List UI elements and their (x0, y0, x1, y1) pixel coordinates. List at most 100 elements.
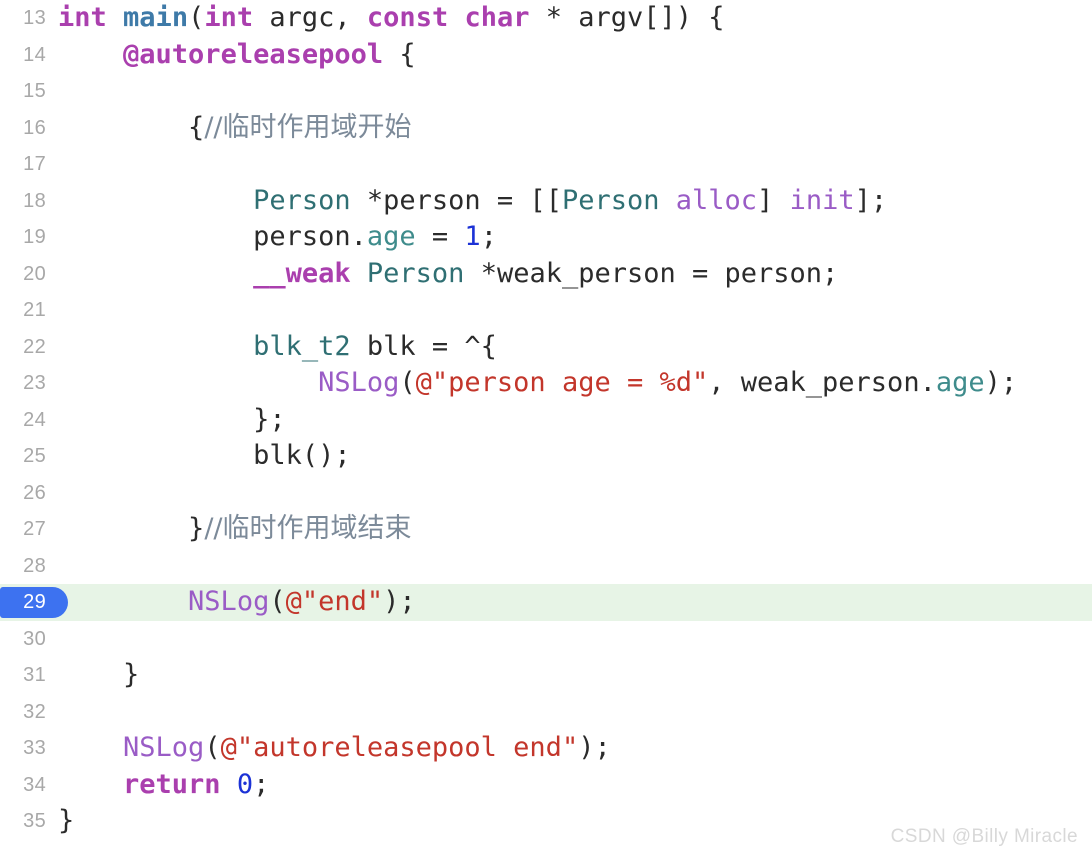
line-number[interactable]: 21 (0, 292, 46, 329)
code-line[interactable]: 28 (0, 548, 1092, 585)
code-line[interactable]: 18 Person *person = [[Person alloc] init… (0, 183, 1092, 220)
line-number[interactable]: 33 (0, 730, 46, 767)
code-token-plain: person. (58, 221, 367, 252)
code-line[interactable]: 26 (0, 475, 1092, 512)
line-number[interactable]: 13 (0, 0, 46, 37)
code-line[interactable]: 17 (0, 146, 1092, 183)
code-token-plain: } (58, 805, 75, 836)
code-token-plain: ( (269, 586, 286, 617)
code-token-num: 0 (236, 768, 254, 800)
code-token-str: @"person age = %d" (415, 367, 709, 398)
code-token-kw: int (204, 2, 254, 33)
line-number[interactable]: 18 (0, 183, 46, 220)
code-token-type: Person (366, 257, 465, 289)
code-line-text[interactable]: person.age = 1; (58, 219, 497, 256)
code-line-text[interactable]: __weak Person *weak_person = person; (58, 256, 838, 293)
line-number[interactable]: 28 (0, 548, 46, 585)
code-line-text[interactable]: } (58, 803, 74, 840)
line-number[interactable]: 15 (0, 73, 46, 110)
line-number[interactable]: 35 (0, 803, 46, 840)
code-token-plain: ); (383, 586, 416, 617)
line-number[interactable]: 24 (0, 402, 46, 439)
code-token-plain: blk(); (58, 440, 351, 471)
code-token-plain: * argv[]) { (529, 2, 725, 33)
code-token-plain: ( (399, 367, 416, 398)
code-token-plain: } (188, 513, 205, 544)
code-token-msg: NSLog (188, 586, 270, 617)
code-line-text[interactable]: }//临时作用域结束 (58, 511, 411, 548)
line-number[interactable]: 20 (0, 256, 46, 293)
code-line[interactable]: 22 blk_t2 blk = ^{ (0, 329, 1092, 366)
code-token-plain: ; (480, 221, 497, 252)
code-line[interactable]: 33 NSLog(@"autoreleasepool end"); (0, 730, 1092, 767)
line-number[interactable]: 22 (0, 329, 46, 366)
line-number[interactable]: 27 (0, 511, 46, 548)
line-number[interactable]: 16 (0, 110, 46, 147)
code-line-text[interactable]: Person *person = [[Person alloc] init]; (58, 183, 887, 220)
line-number[interactable]: 23 (0, 365, 46, 402)
code-token-plain: ( (188, 2, 205, 33)
code-line[interactable]: 34 return 0; (0, 767, 1092, 804)
code-token-prop: age (366, 221, 416, 252)
line-number[interactable]: 34 (0, 767, 46, 804)
code-line[interactable]: 25 blk(); (0, 438, 1092, 475)
code-editor[interactable]: 13 int main(int argc, const char * argv[]… (0, 0, 1092, 856)
code-token-plain: ); (984, 367, 1018, 398)
code-line[interactable]: 27 }//临时作用域结束 (0, 511, 1092, 548)
line-number[interactable]: 31 (0, 657, 46, 694)
line-number[interactable]: 19 (0, 219, 46, 256)
code-token-prop: age (935, 367, 985, 398)
code-token-plain: ; (253, 768, 270, 800)
code-line[interactable]: 20 __weak Person *weak_person = person; (0, 256, 1092, 293)
code-line[interactable]: 16 {//临时作用域开始 (0, 110, 1092, 147)
code-token-kw: char (464, 2, 530, 33)
code-token-kw: int (58, 2, 107, 33)
code-token-str: @"end" (285, 586, 384, 617)
code-line-text[interactable]: @autoreleasepool { (58, 37, 416, 74)
code-line-text[interactable]: } (58, 657, 139, 694)
code-line-text[interactable]: blk_t2 blk = ^{ (58, 329, 497, 366)
line-number[interactable]: 25 (0, 438, 46, 475)
code-token-msg: NSLog (318, 367, 400, 398)
code-line[interactable]: 14 @autoreleasepool { (0, 37, 1092, 74)
code-line[interactable]: 19 person.age = 1; (0, 219, 1092, 256)
code-line-text[interactable]: blk(); (58, 438, 351, 475)
code-line[interactable]: 29 NSLog(@"end"); (0, 584, 1092, 621)
code-line[interactable]: 24 }; (0, 402, 1092, 439)
code-line-text[interactable]: NSLog(@"autoreleasepool end"); (58, 730, 611, 767)
code-line-text[interactable]: return 0; (58, 767, 269, 804)
code-line[interactable]: 23 NSLog(@"person age = %d", weak_person… (0, 365, 1092, 402)
code-token-plain: { (383, 38, 416, 70)
code-line[interactable]: 30 (0, 621, 1092, 658)
line-number[interactable]: 17 (0, 146, 46, 183)
line-number[interactable]: 29 (0, 584, 46, 621)
code-line[interactable]: 21 (0, 292, 1092, 329)
code-token-plain: ( (204, 732, 221, 763)
code-line-text[interactable]: }; (58, 402, 286, 439)
code-token-type: Person (253, 184, 351, 216)
code-token-plain: ); (578, 732, 611, 763)
code-line-text[interactable]: int main(int argc, const char * argv[]) … (58, 0, 725, 37)
code-line-text[interactable]: NSLog(@"end"); (58, 584, 416, 621)
code-line[interactable]: 32 (0, 694, 1092, 731)
line-number[interactable]: 26 (0, 475, 46, 512)
code-token-plain: , weak_person. (708, 367, 936, 398)
line-number[interactable]: 14 (0, 37, 46, 74)
code-line[interactable]: 15 (0, 73, 1092, 110)
code-line-text[interactable]: {//临时作用域开始 (58, 110, 411, 147)
code-token-plain: { (188, 111, 205, 143)
csdn-watermark: CSDN @Billy Miracle (890, 826, 1078, 847)
code-line[interactable]: 31 } (0, 657, 1092, 694)
code-token-fnname: main (123, 2, 189, 33)
line-number[interactable]: 30 (0, 621, 46, 658)
line-number[interactable]: 32 (0, 694, 46, 731)
code-line-text[interactable]: NSLog(@"person age = %d", weak_person.ag… (58, 365, 1017, 402)
code-line[interactable]: 13 int main(int argc, const char * argv[]… (0, 0, 1092, 37)
